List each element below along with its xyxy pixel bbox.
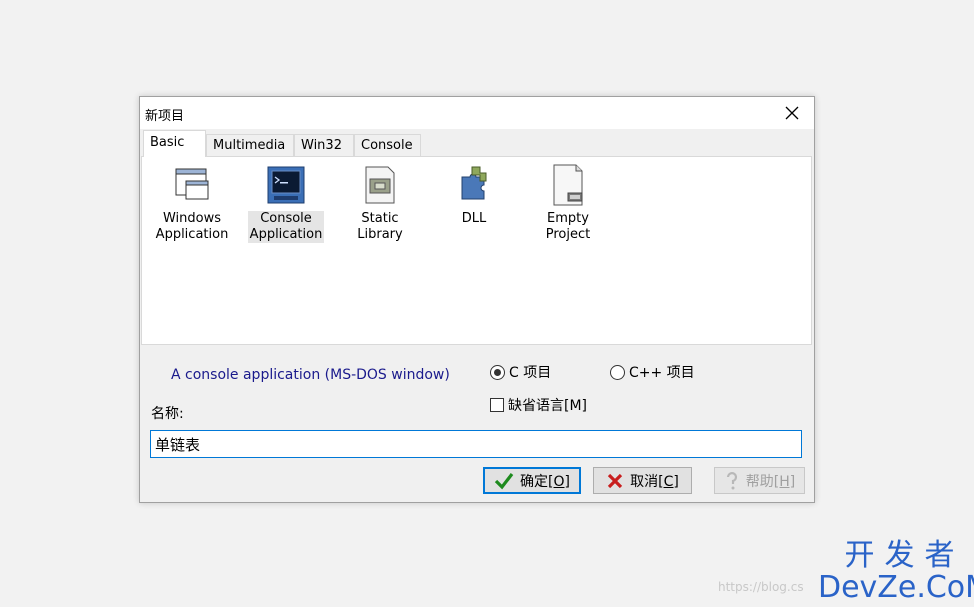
- default-language-label: 缺省语言[M]: [508, 398, 588, 414]
- template-console-application[interactable]: Console Application: [243, 163, 329, 243]
- brand-logo: 开发者 DevZe.CoM: [818, 540, 974, 604]
- radio-c-label: C 项目: [509, 365, 552, 381]
- brand-cn: 开发者: [844, 538, 965, 573]
- dll-puzzle-icon: [454, 163, 494, 207]
- template-label: Static Library: [357, 211, 403, 242]
- radio-cpp-project[interactable]: C++ 项目: [610, 362, 695, 382]
- cancel-button[interactable]: 取消[C]: [593, 467, 692, 494]
- dialog-title: 新项目: [145, 109, 185, 124]
- template-static-library[interactable]: Static Library: [337, 163, 423, 243]
- empty-project-icon: [548, 163, 588, 207]
- project-name-input[interactable]: [150, 430, 802, 458]
- help-question-icon: [726, 471, 737, 489]
- template-dll[interactable]: DLL: [431, 163, 517, 227]
- brand-en: DevZe.CoM: [818, 570, 974, 605]
- tab-basic[interactable]: Basic: [143, 130, 206, 157]
- template-empty-project[interactable]: Empty Project: [525, 163, 611, 243]
- checkmark-icon: [494, 472, 514, 489]
- template-windows-application[interactable]: Windows Application: [149, 163, 235, 243]
- tab-multimedia[interactable]: Multimedia: [206, 134, 294, 156]
- static-library-icon: [360, 163, 400, 207]
- cancel-label: 取消[C]: [630, 471, 679, 491]
- ok-label: 确定[O]: [520, 471, 570, 491]
- template-label: Windows Application: [155, 211, 229, 242]
- radio-unchecked-icon: [610, 364, 625, 380]
- template-description: A console application (MS-DOS window): [171, 367, 450, 383]
- template-label: DLL: [461, 211, 487, 226]
- tab-console[interactable]: Console: [354, 134, 421, 156]
- help-label: 帮助[H]: [746, 471, 795, 491]
- cross-icon: [608, 473, 623, 488]
- cancel-text: 取消: [630, 473, 659, 490]
- console-app-icon: [266, 163, 306, 207]
- watermark-url: https://blog.cs: [718, 580, 804, 594]
- ok-text: 确定: [520, 473, 549, 490]
- new-project-dialog: 新项目 Basic Multimedia Win32 Console Windo…: [139, 96, 815, 503]
- close-button[interactable]: [770, 97, 814, 129]
- radio-checked-icon: [490, 364, 505, 380]
- title-bar: 新项目: [140, 97, 814, 129]
- name-label: 名称:: [151, 406, 184, 422]
- template-label: Empty Project: [545, 211, 591, 242]
- help-key: [H]: [773, 473, 796, 490]
- cancel-key: [C]: [658, 473, 679, 490]
- radio-c-project[interactable]: C 项目: [490, 362, 551, 382]
- ok-key: [O]: [548, 473, 570, 490]
- ok-button[interactable]: 确定[O]: [483, 467, 581, 494]
- template-label: Console Application: [247, 211, 325, 243]
- close-icon: [785, 106, 799, 120]
- checkbox-icon: [490, 398, 504, 412]
- radio-cpp-label: C++ 项目: [629, 365, 695, 381]
- tab-win32[interactable]: Win32: [294, 134, 354, 156]
- help-text: 帮助: [745, 473, 774, 490]
- template-panel: Windows Application Console Application: [141, 156, 812, 345]
- window-app-icon: [172, 163, 212, 207]
- help-button[interactable]: 帮助[H]: [714, 467, 805, 494]
- default-language-checkbox[interactable]: 缺省语言[M]: [490, 395, 587, 415]
